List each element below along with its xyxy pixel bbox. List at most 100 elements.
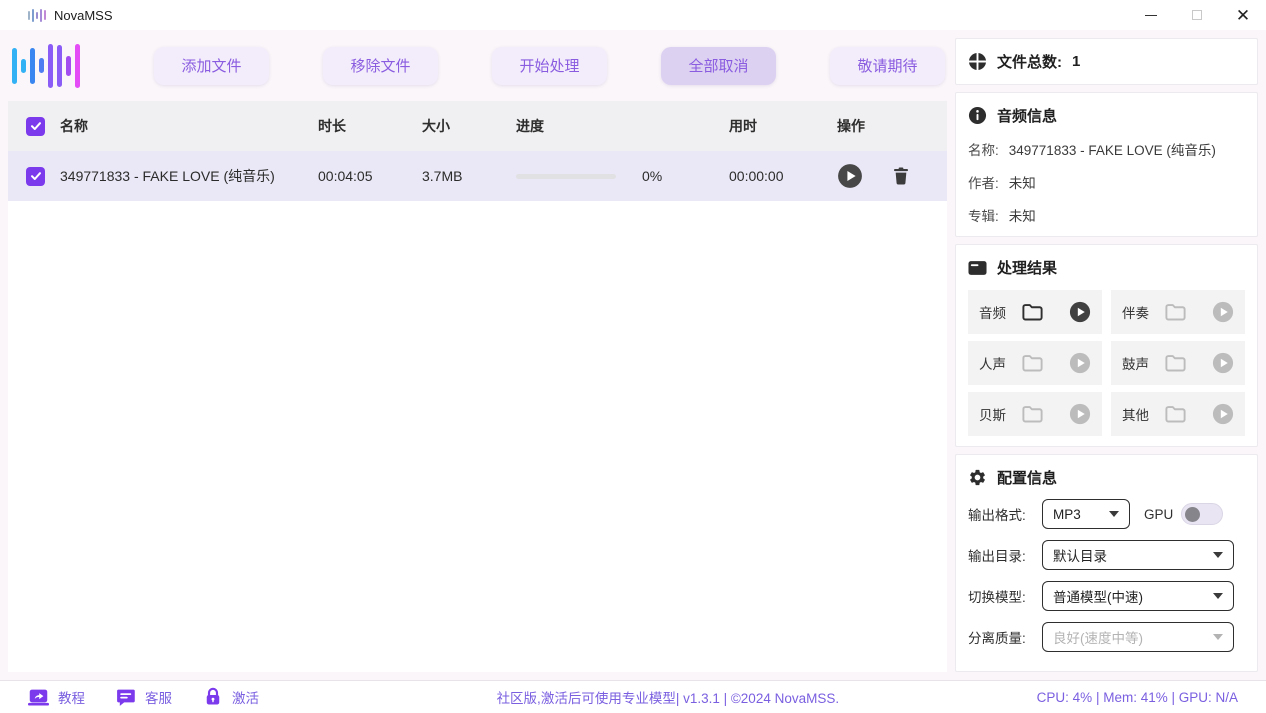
audio-info-album-row: 专辑: 未知	[968, 205, 1245, 225]
cancel-all-button[interactable]: 全部取消	[661, 47, 776, 85]
folder-icon	[1020, 351, 1044, 375]
config-card: 配置信息 输出格式: MP3 GPU 输出目录:	[955, 454, 1258, 672]
support-link[interactable]: 客服	[115, 687, 172, 708]
results-card: 处理结果 音频 伴奏 人声	[955, 244, 1258, 447]
result-item-audio: 音频	[968, 290, 1102, 334]
coming-soon-button[interactable]: 敬请期待	[830, 47, 945, 85]
output-dir-select[interactable]: 默认目录	[1042, 540, 1234, 570]
start-processing-button[interactable]: 开始处理	[492, 47, 607, 85]
header-duration: 时长	[318, 116, 422, 136]
activate-link[interactable]: 激活	[202, 687, 259, 708]
activate-label: 激活	[232, 687, 259, 707]
close-button[interactable]: ✕	[1220, 0, 1266, 30]
result-item-other: 其他	[1111, 392, 1245, 436]
quality-value: 良好(速度中等)	[1053, 627, 1143, 647]
play-circle-icon	[837, 163, 863, 189]
header-name: 名称	[60, 116, 318, 136]
quality-row: 分离质量: 良好(速度中等)	[968, 622, 1245, 652]
statusbar: 教程 客服 激活 社区版,激活后可使用专业模型| v1.3.1 | ©2024 …	[0, 680, 1266, 713]
statusbar-links: 教程 客服 激活	[28, 687, 259, 708]
progress-bar	[516, 174, 616, 179]
output-dir-value: 默认目录	[1053, 545, 1107, 565]
header-size: 大小	[422, 116, 516, 136]
chevron-down-icon	[1213, 552, 1223, 558]
audio-artist-label: 作者:	[968, 172, 999, 192]
model-select[interactable]: 普通模型(中速)	[1042, 581, 1234, 611]
info-circle-icon	[968, 106, 987, 125]
folder-icon[interactable]	[1020, 300, 1044, 324]
chevron-down-icon	[1213, 634, 1223, 640]
gpu-toggle[interactable]	[1181, 503, 1223, 525]
table-row[interactable]: 349771833 - FAKE LOVE (纯音乐) 00:04:05 3.7…	[8, 151, 947, 201]
gpu-group: GPU	[1144, 503, 1223, 525]
cell-actions	[829, 163, 947, 189]
result-item-label: 人声	[979, 353, 1006, 373]
chevron-down-icon	[1109, 511, 1119, 517]
model-row: 切换模型: 普通模型(中速)	[968, 581, 1245, 611]
output-dir-label: 输出目录:	[968, 545, 1042, 565]
quality-select: 良好(速度中等)	[1042, 622, 1234, 652]
row-checkbox[interactable]	[26, 167, 45, 186]
minimize-icon	[1145, 15, 1157, 16]
result-item-label: 音频	[979, 302, 1006, 322]
app-window: NovaMSS ✕ 添加文件 移除文件 开始处理 全部取消 敬请期待	[0, 0, 1266, 713]
quality-label: 分离质量:	[968, 627, 1042, 647]
remove-files-button[interactable]: 移除文件	[323, 47, 438, 85]
maximize-button[interactable]	[1174, 0, 1220, 30]
result-item-drums: 鼓声	[1111, 341, 1245, 385]
output-format-select[interactable]: MP3	[1042, 499, 1130, 529]
trash-icon	[891, 166, 911, 186]
result-item-label: 鼓声	[1122, 353, 1149, 373]
check-icon	[30, 120, 42, 132]
folder-icon	[1020, 402, 1044, 426]
cell-name: 349771833 - FAKE LOVE (纯音乐)	[60, 166, 318, 186]
play-circle-icon[interactable]	[1069, 301, 1091, 323]
support-label: 客服	[145, 687, 172, 707]
audio-name-value: 349771833 - FAKE LOVE (纯音乐)	[1009, 139, 1216, 159]
header-elapsed: 用时	[729, 116, 829, 136]
gear-icon	[968, 468, 987, 487]
pie-chart-icon	[968, 52, 987, 71]
window-title: NovaMSS	[54, 8, 113, 23]
audio-album-label: 专辑:	[968, 205, 999, 225]
statusbar-version-text: 社区版,激活后可使用专业模型| v1.3.1 | ©2024 NovaMSS.	[259, 687, 1037, 707]
audio-info-card: 音频信息 名称: 349771833 - FAKE LOVE (纯音乐) 作者:…	[955, 92, 1258, 237]
add-files-button[interactable]: 添加文件	[154, 47, 269, 85]
waveform-logo-icon	[8, 42, 100, 90]
play-circle-icon	[1212, 301, 1234, 323]
toggle-knob-icon	[1185, 507, 1200, 522]
row-checkbox-cell	[8, 167, 60, 186]
config-title: 配置信息	[997, 467, 1057, 488]
play-circle-icon	[1069, 403, 1091, 425]
table-header-row: 名称 时长 大小 进度 用时 操作	[8, 101, 947, 151]
statusbar-resources-text: CPU: 4% | Mem: 41% | GPU: N/A	[1037, 690, 1238, 705]
left-column: 添加文件 移除文件 开始处理 全部取消 敬请期待 名称 时长 大小	[8, 38, 947, 672]
folder-icon	[1163, 351, 1187, 375]
chevron-down-icon	[1213, 593, 1223, 599]
cell-elapsed: 00:00:00	[729, 168, 829, 184]
result-item-bass: 贝斯	[968, 392, 1102, 436]
file-total-label: 文件总数:	[997, 51, 1062, 72]
select-all-checkbox[interactable]	[26, 117, 45, 136]
file-table: 名称 时长 大小 进度 用时 操作 349771833 - FAKE LOVE …	[8, 101, 947, 672]
audio-name-label: 名称:	[968, 139, 999, 159]
play-button[interactable]	[837, 163, 863, 189]
minimize-button[interactable]	[1128, 0, 1174, 30]
audio-info-title: 音频信息	[997, 105, 1057, 126]
output-format-row: 输出格式: MP3 GPU	[968, 499, 1245, 529]
output-dir-row: 输出目录: 默认目录	[968, 540, 1245, 570]
result-item-label: 伴奏	[1122, 302, 1149, 322]
sidebar: 文件总数: 1 音频信息 名称: 349771833 - FAKE LOVE (…	[955, 38, 1258, 672]
results-title: 处理结果	[997, 257, 1057, 278]
file-total-value: 1	[1072, 53, 1080, 70]
cell-duration: 00:04:05	[318, 168, 422, 184]
check-icon	[30, 170, 42, 182]
table-empty-area	[8, 201, 947, 672]
audio-info-artist-row: 作者: 未知	[968, 172, 1245, 192]
model-value: 普通模型(中速)	[1053, 586, 1143, 606]
tutorial-label: 教程	[58, 687, 85, 707]
model-label: 切换模型:	[968, 586, 1042, 606]
tutorial-link[interactable]: 教程	[28, 687, 85, 708]
titlebar: NovaMSS ✕	[0, 0, 1266, 30]
delete-button[interactable]	[891, 166, 911, 186]
